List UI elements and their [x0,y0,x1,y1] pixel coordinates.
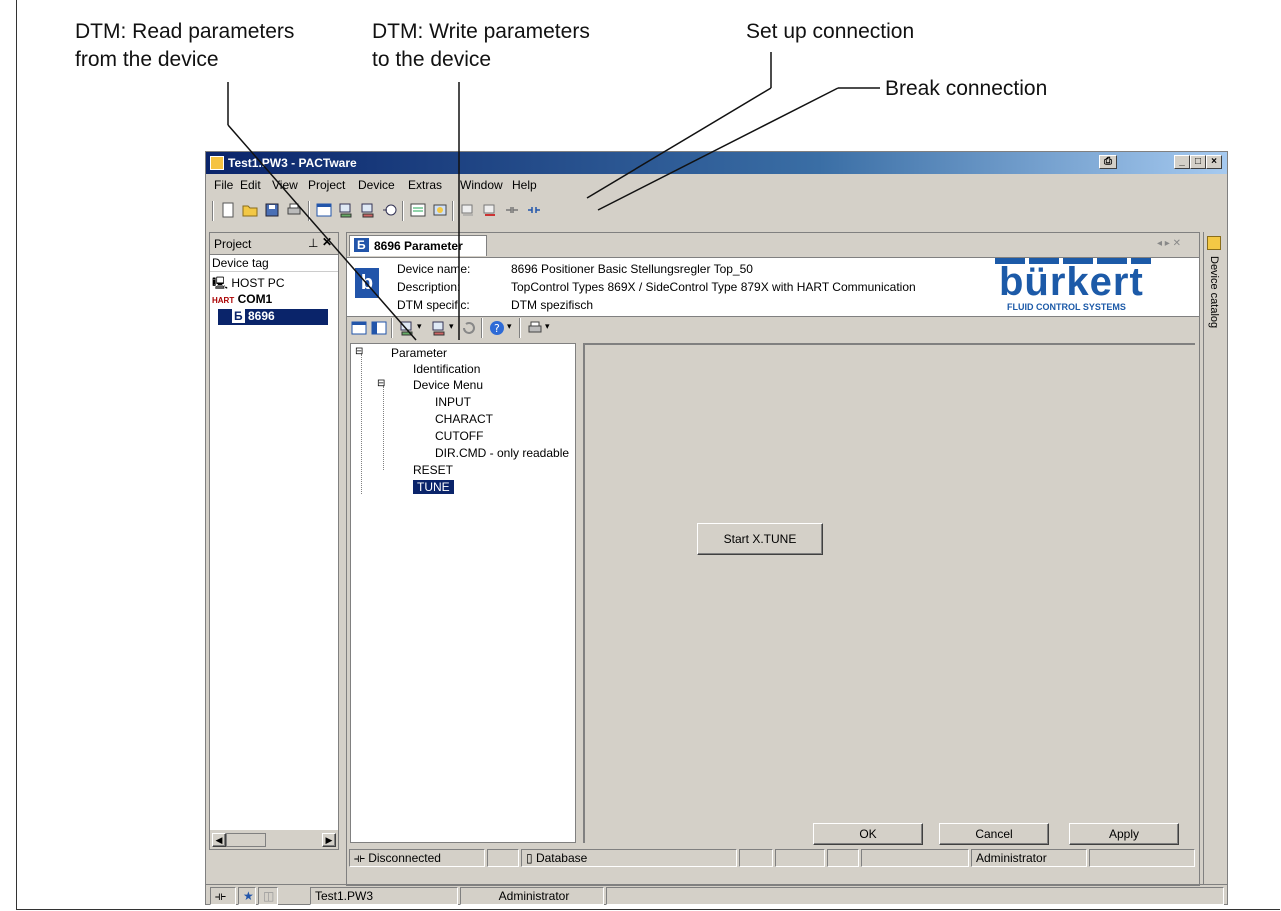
leader-setup-connection [586,87,772,199]
leader-read-params [227,124,417,341]
leader-break-connection [597,87,839,211]
callout-lines [227,52,880,341]
